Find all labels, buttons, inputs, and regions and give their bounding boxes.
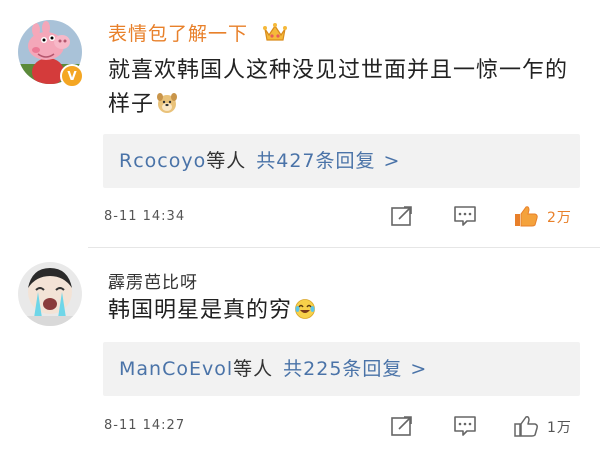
crown-icon <box>263 23 287 41</box>
comment-username[interactable]: 表情包了解一下 <box>108 19 248 46</box>
comment-icon[interactable] <box>452 414 478 438</box>
reply-suffix: 等人 <box>233 358 274 380</box>
thumbs-up-icon[interactable] <box>513 414 539 438</box>
replies-padding <box>103 150 119 172</box>
laughing-crying-emoji <box>295 299 315 319</box>
dog-face-emoji <box>157 93 178 113</box>
reply-suffix: 等人 <box>206 150 247 172</box>
comment-list: V 表情包了解一下 就喜欢韩国人这种没见过世面并且一惊一乍的样子 Rcocoyo… <box>0 0 600 453</box>
comment-text-content: 韩国明星是真的穷 <box>108 298 293 323</box>
chevron-right-icon[interactable]: > <box>384 150 401 172</box>
replies-link[interactable]: ManCoEvol等人 共225条回复 > <box>103 342 580 396</box>
reply-usernames[interactable]: Rcocoyo <box>119 150 206 172</box>
comment-time: 8-11 14:27 <box>104 418 186 433</box>
verified-badge: V <box>60 64 84 88</box>
thumbs-up-icon[interactable] <box>513 204 539 228</box>
reply-usernames[interactable]: ManCoEvol <box>119 358 233 380</box>
reply-count[interactable]: 共427条回复 <box>256 150 375 172</box>
chevron-right-icon[interactable]: > <box>410 358 427 380</box>
replies-padding <box>103 358 119 380</box>
like-count: 2万 <box>547 210 572 226</box>
comment-item: 霹雳芭比呀 韩国明星是真的穷 ManCoEvol等人 共225条回复 > 8-11 … <box>0 250 600 453</box>
like-count: 1万 <box>547 420 572 436</box>
comment-item: V 表情包了解一下 就喜欢韩国人这种没见过世面并且一惊一乍的样子 Rcocoyo… <box>0 0 600 243</box>
share-icon[interactable] <box>389 414 415 438</box>
comment-username[interactable]: 霹雳芭比呀 <box>108 268 198 293</box>
reply-count[interactable]: 共225条回复 <box>283 358 402 380</box>
comment-icon[interactable] <box>452 204 478 228</box>
avatar-image <box>18 262 82 326</box>
comment-text: 韩国明星是真的穷 <box>108 294 588 328</box>
replies-link[interactable]: Rcocoyo等人 共427条回复 > <box>103 134 580 188</box>
comment-time: 8-11 14:34 <box>104 209 186 224</box>
crying-baby-avatar[interactable] <box>18 262 82 326</box>
comment-text: 就喜欢韩国人这种没见过世面并且一惊一乍的样子 <box>108 54 588 122</box>
share-icon[interactable] <box>389 204 415 228</box>
comment-divider <box>88 247 600 248</box>
